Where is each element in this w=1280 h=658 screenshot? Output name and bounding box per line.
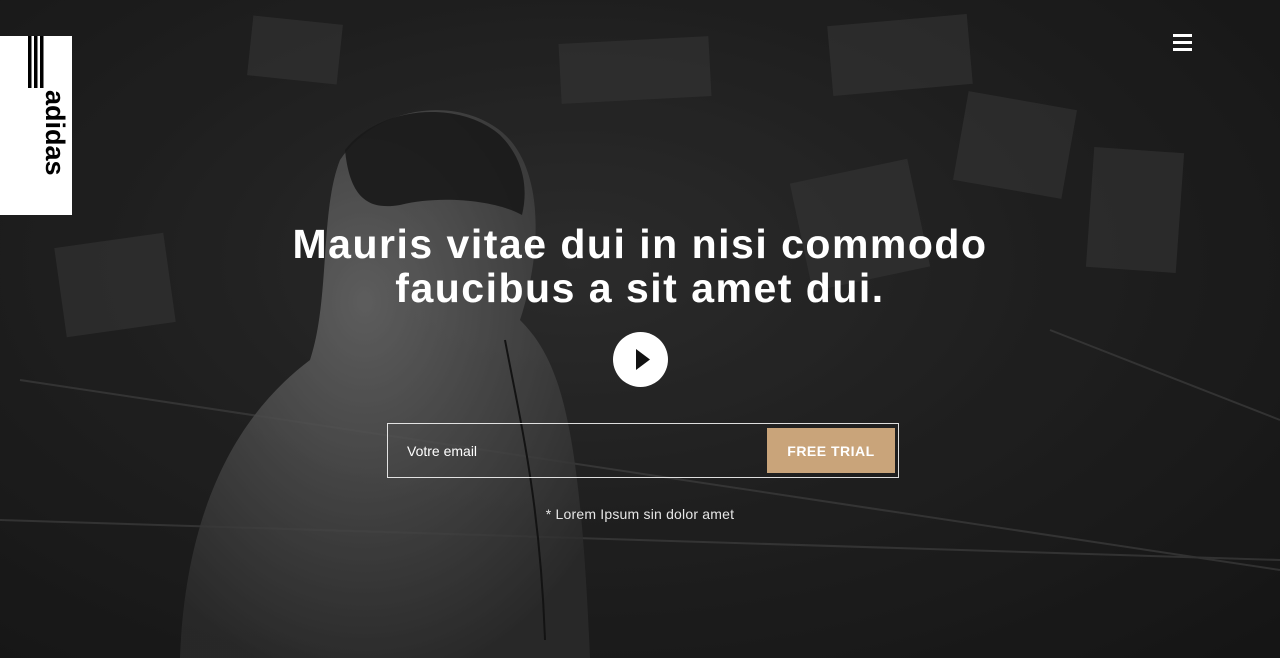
- hero-section: adidas Mauris vitae dui in nisi commodo f…: [0, 0, 1280, 658]
- logo-wordmark: adidas: [40, 90, 70, 176]
- play-video-button[interactable]: [613, 332, 668, 387]
- disclaimer-text: * Lorem Ipsum sin dolor amet: [545, 506, 735, 522]
- email-input[interactable]: [388, 424, 758, 477]
- headline-line-1: Mauris vitae dui in nisi commodo: [292, 221, 988, 267]
- menu-bar-middle: [1173, 41, 1192, 44]
- play-icon: [636, 349, 650, 370]
- hamburger-menu-icon[interactable]: [1168, 30, 1198, 56]
- headline-line-2: faucibus a sit amet dui.: [395, 265, 885, 311]
- dark-overlay: [0, 0, 1280, 658]
- free-trial-button[interactable]: FREE TRIAL: [767, 428, 895, 473]
- menu-bar-bottom: [1173, 48, 1192, 51]
- brand-logo[interactable]: adidas: [0, 36, 72, 215]
- menu-bar-top: [1173, 34, 1192, 37]
- free-trial-form: FREE TRIAL: [387, 423, 899, 478]
- hero-headline: Mauris vitae dui in nisi commodo faucibus…: [290, 222, 990, 310]
- adidas-logo-icon: adidas: [28, 36, 70, 176]
